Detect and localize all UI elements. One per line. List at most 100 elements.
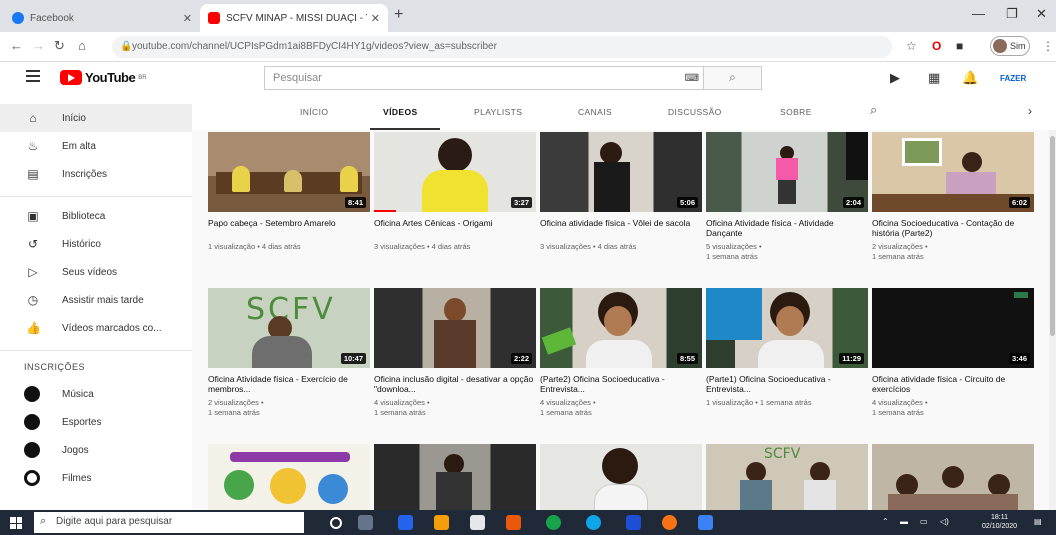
chrome-icon[interactable] [662,515,677,530]
tab-sobre[interactable]: SOBRE [780,107,812,117]
sidebar-item-home[interactable]: ⌂ Início [0,104,192,132]
video-card[interactable]: 8:55 (Parte2) Oficina Socioeducativa - E… [540,288,702,418]
channel-search-icon[interactable]: ⌕ [870,102,877,118]
video-card[interactable]: 6:02 Oficina Socioeducativa - Contação d… [872,132,1034,262]
profile-button[interactable]: Sim [990,36,1030,56]
taskbar-search-input[interactable]: ⌕ Digite aqui para pesquisar [34,512,304,533]
menu-icon[interactable] [26,70,40,85]
search-input[interactable]: Pesquisar ⌨ ⌕ [264,66,762,90]
notifications-bell-icon[interactable]: 🔔 [962,70,978,86]
extension-icon[interactable]: ■ [956,39,963,53]
close-window-icon[interactable]: ✕ [1036,6,1047,22]
whatsapp-icon[interactable] [546,515,561,530]
maximize-icon[interactable]: ❐ [1006,6,1018,22]
video-thumbnail[interactable]: 2:22 [374,288,536,368]
video-card[interactable]: 2:22 Oficina inclusão digital - desativa… [374,288,536,418]
home-icon: ⌂ [29,111,37,125]
video-title[interactable]: Oficina Artes Cênicas - Origami [374,218,536,238]
home-browser-icon[interactable]: ⌂ [78,38,86,53]
video-thumbnail[interactable]: 6:02 [872,132,1034,212]
video-card[interactable]: 2:04 Oficina Atividade física - Atividad… [706,132,868,262]
edge-icon[interactable] [586,515,601,530]
search-button[interactable]: ⌕ [703,67,761,89]
office-icon[interactable] [506,515,521,530]
sidebar-item-liked[interactable]: 👍 Vídeos marcados co... [0,314,192,342]
sidebar-item-sports[interactable]: Esportes [0,408,192,436]
tab-playlists[interactable]: PLAYLISTS [474,107,522,117]
apps-grid-icon[interactable]: ▦ [928,70,940,86]
sidebar-item-music[interactable]: Música [0,380,192,408]
video-card[interactable]: 5:06 Oficina atividade física - Vôlei de… [540,132,702,252]
sidebar-item-library[interactable]: ▣ Biblioteca [0,202,192,230]
video-thumbnail[interactable]: 3:46 [872,288,1034,368]
scrollbar-thumb[interactable] [1050,136,1055,336]
sidebar-item-movies[interactable]: Filmes [0,464,192,492]
close-icon[interactable]: ✕ [183,12,192,25]
create-video-icon[interactable]: ▶ [890,70,900,86]
sidebar-item-watch-later[interactable]: ◷ Assistir mais tarde [0,286,192,314]
battery-icon[interactable]: ▭ [920,517,928,526]
video-card[interactable]: 3:46 Oficina atividade física - Circuito… [872,288,1034,418]
star-icon[interactable]: ☆ [906,39,917,53]
minimize-icon[interactable]: — [972,6,985,21]
keyboard-icon[interactable]: ⌨ [685,73,699,84]
video-title[interactable]: Oficina Atividade física - Exercício de … [208,374,370,394]
tab-canais[interactable]: CANAIS [578,107,612,117]
account-button[interactable]: FAZER [1000,74,1026,83]
tray-chevron-icon[interactable]: ⌃ [882,517,889,526]
video-title[interactable]: (Parte2) Oficina Socioeducativa - Entrev… [540,374,702,394]
video-card[interactable]: SCFV 10:47 Oficina Atividade física - Ex… [208,288,370,418]
address-bar: ← → ↻ ⌂ 🔒 youtube.com/channel/UCPIsPGdm1… [0,32,1056,62]
close-icon[interactable]: ✕ [371,12,380,25]
task-view-icon[interactable] [358,515,373,530]
chevron-right-icon[interactable]: › [1028,104,1032,118]
sidebar-item-history[interactable]: ↺ Histórico [0,230,192,258]
taskbar-clock[interactable]: 18:11 02/10/2020 [982,513,1017,531]
sidebar-item-your-videos[interactable]: ▷ Seus vídeos [0,258,192,286]
tab-youtube[interactable]: SCFV MINAP - MISSI DUAÇI - Yo ✕ [200,4,388,32]
video-thumbnail[interactable]: 11:29 [706,288,868,368]
video-title[interactable]: (Parte1) Oficina Socioeducativa - Entrev… [706,374,868,394]
word-icon[interactable] [698,515,713,530]
reload-icon[interactable]: ↻ [54,38,65,54]
video-title[interactable]: Oficina inclusão digital - desativar a o… [374,374,536,394]
network-icon[interactable]: ▬ [900,517,908,526]
volume-icon[interactable]: ◁) [940,517,949,526]
video-thumbnail[interactable]: 2:04 [706,132,868,212]
back-icon[interactable]: ← [10,38,23,53]
video-title[interactable]: Oficina atividade física - Vôlei de saco… [540,218,702,238]
menu-dots-icon[interactable]: ⋮ [1042,39,1054,53]
tab-facebook[interactable]: Facebook ✕ [4,4,200,32]
video-card[interactable]: 3:27 Oficina Artes Cênicas - Origami 3 v… [374,132,536,252]
notifications-icon[interactable]: ▤ [1034,517,1042,526]
tab-discussao[interactable]: DISCUSSÃO [668,107,722,117]
windows-start-icon[interactable] [10,517,22,529]
video-thumbnail[interactable]: 5:06 [540,132,702,212]
video-thumbnail[interactable]: SCFV 10:47 [208,288,370,368]
video-card[interactable]: 11:29 (Parte1) Oficina Socioeducativa - … [706,288,868,408]
video-title[interactable]: Papo cabeça - Setembro Amarelo [208,218,370,238]
video-title[interactable]: Oficina Atividade física - Atividade Dan… [706,218,868,238]
youtube-logo[interactable]: YouTube BR [60,70,147,85]
cortana-icon[interactable] [330,517,342,529]
new-tab-icon[interactable]: + [394,6,403,24]
duration-badge: 5:06 [676,197,698,208]
sidebar-item-games[interactable]: Jogos [0,436,192,464]
video-thumbnail[interactable]: 8:41 [208,132,370,212]
app-icon[interactable] [626,515,641,530]
url-field[interactable]: 🔒 youtube.com/channel/UCPIsPGdm1ai8BFDyC… [112,36,892,58]
store-icon[interactable] [470,515,485,530]
opera-extension-icon[interactable]: O [932,39,941,53]
tab-videos[interactable]: VÍDEOS [383,107,418,117]
video-thumbnail[interactable]: 3:27 [374,132,536,212]
video-card[interactable]: 8:41 Papo cabeça - Setembro Amarelo 1 vi… [208,132,370,252]
video-title[interactable]: Oficina Socioeducativa - Contação de his… [872,218,1034,238]
sidebar-item-subscriptions[interactable]: ▤ Inscrições [0,160,192,188]
sidebar-item-trending[interactable]: ♨ Em alta [0,132,192,160]
video-title[interactable]: Oficina atividade física - Circuito de e… [872,374,1034,394]
tab-inicio[interactable]: INÍCIO [300,107,328,117]
forward-icon[interactable]: → [32,38,45,53]
file-explorer-icon[interactable] [434,515,449,530]
video-thumbnail[interactable]: 8:55 [540,288,702,368]
app-icon[interactable] [398,515,413,530]
